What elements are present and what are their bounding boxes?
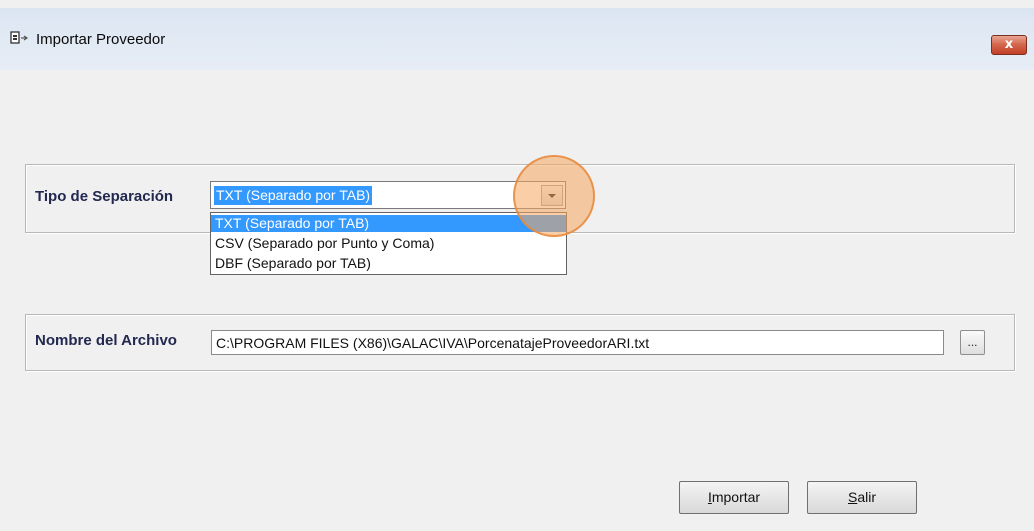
option-dbf[interactable]: DBF (Separado por TAB) — [211, 255, 566, 272]
option-txt[interactable]: TXT (Separado por TAB) — [211, 215, 566, 232]
import-dialog: Importar Proveedor x Tipo de Separación … — [0, 0, 1034, 531]
option-csv[interactable]: CSV (Separado por Punto y Coma) — [211, 235, 566, 252]
file-path-field[interactable]: C:\PROGRAM FILES (X86)\GALAC\IVA\Porcena… — [211, 330, 944, 355]
file-name-label: Nombre del Archivo — [35, 332, 177, 349]
import-button[interactable]: Importar — [679, 481, 789, 514]
window-title: Importar Proveedor — [36, 31, 166, 48]
file-path-value: C:\PROGRAM FILES (X86)\GALAC\IVA\Porcena… — [216, 335, 650, 351]
exit-label: alir — [857, 489, 876, 505]
dialog-body — [10, 70, 1034, 531]
separation-options-list: TXT (Separado por TAB) CSV (Separado por… — [210, 212, 567, 275]
import-label: mportar — [711, 489, 761, 505]
separation-type-select[interactable]: TXT (Separado por TAB) — [210, 181, 566, 209]
chevron-down-icon — [548, 194, 556, 198]
title-bar: Importar Proveedor x — [0, 8, 1034, 70]
separation-type-label: Tipo de Separación — [35, 188, 174, 205]
exit-button[interactable]: Salir — [807, 481, 917, 514]
exit-hotkey: S — [847, 489, 858, 505]
browse-label: ... — [967, 335, 978, 349]
browse-button[interactable]: ... — [960, 330, 985, 355]
close-button[interactable]: x — [991, 35, 1027, 55]
dropdown-button[interactable] — [541, 185, 563, 206]
separation-selected-value: TXT (Separado por TAB) — [214, 186, 373, 205]
close-icon: x — [1004, 37, 1014, 52]
window-icon — [10, 31, 29, 44]
